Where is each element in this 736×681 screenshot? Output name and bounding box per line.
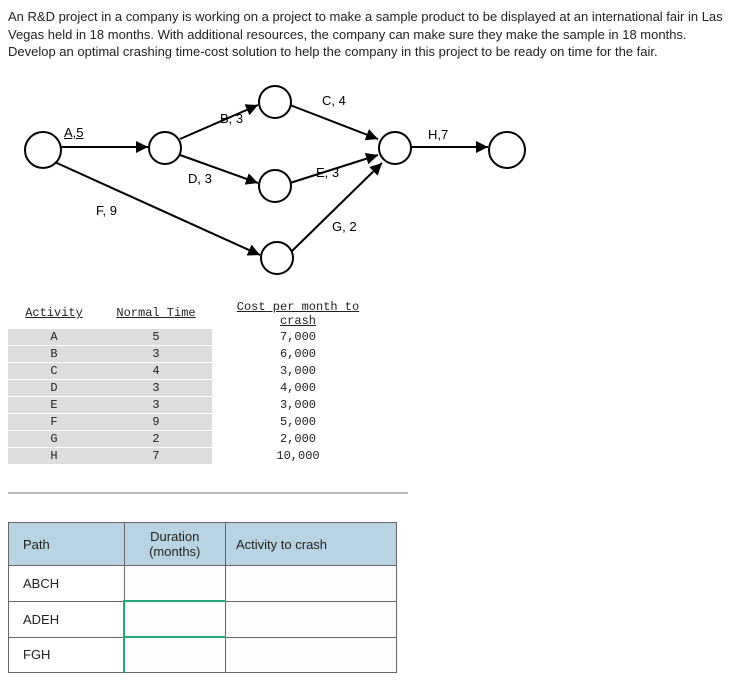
node-start (24, 131, 62, 169)
node-6 (260, 241, 294, 275)
cell-act: G (8, 431, 100, 448)
cell-cost: 4,000 (212, 380, 384, 397)
cell-nt: 7 (100, 448, 212, 465)
cell-nt: 3 (100, 397, 212, 414)
edge-label-a: A,5 (64, 125, 84, 140)
node-3 (258, 85, 292, 119)
node-end (488, 131, 526, 169)
table-divider (8, 492, 408, 494)
path-answer-table: Path Duration (months) Activity to crash… (8, 522, 397, 673)
node-5 (378, 131, 412, 165)
cell-nt: 3 (100, 380, 212, 397)
col-duration: Duration (months) (124, 523, 226, 566)
cell-nt: 3 (100, 346, 212, 363)
cell-act: D (8, 380, 100, 397)
duration-input[interactable] (124, 637, 226, 673)
col-activity: Activity (8, 299, 100, 329)
crash-input[interactable] (226, 637, 397, 673)
col-cost: Cost per month to crash (212, 299, 384, 329)
path-label: ADEH (9, 601, 125, 637)
cell-cost: 10,000 (212, 448, 384, 465)
network-diagram: A,5 B, 3 C, 4 D, 3 E, 3 F, 9 G, 2 H,7 (8, 85, 568, 275)
cell-nt: 9 (100, 414, 212, 431)
cell-cost: 7,000 (212, 329, 384, 346)
cell-cost: 6,000 (212, 346, 384, 363)
crash-input[interactable] (226, 601, 397, 637)
edge-label-d: D, 3 (188, 171, 212, 186)
edge-label-e: E, 3 (316, 165, 339, 180)
node-4 (258, 169, 292, 203)
col-path: Path (9, 523, 125, 566)
edge-label-b: B, 3 (220, 111, 243, 126)
activity-cost-table: Activity Normal Time Cost per month to c… (8, 299, 384, 465)
cell-cost: 3,000 (212, 363, 384, 380)
edge-label-g: G, 2 (332, 219, 357, 234)
col-activity-crash: Activity to crash (226, 523, 397, 566)
node-2 (148, 131, 182, 165)
edge-label-h: H,7 (428, 127, 448, 142)
path-label: FGH (9, 637, 125, 673)
crash-input[interactable] (226, 566, 397, 602)
edge-label-f: F, 9 (96, 203, 117, 218)
cell-nt: 5 (100, 329, 212, 346)
cell-act: F (8, 414, 100, 431)
cell-act: H (8, 448, 100, 465)
cell-cost: 2,000 (212, 431, 384, 448)
cell-act: A (8, 329, 100, 346)
cell-cost: 5,000 (212, 414, 384, 431)
duration-input[interactable] (124, 566, 226, 602)
problem-statement: An R&D project in a company is working o… (8, 8, 728, 61)
cell-act: B (8, 346, 100, 363)
duration-input[interactable] (124, 601, 226, 637)
cell-act: C (8, 363, 100, 380)
cell-nt: 4 (100, 363, 212, 380)
cell-act: E (8, 397, 100, 414)
edge-label-c: C, 4 (322, 93, 346, 108)
cell-nt: 2 (100, 431, 212, 448)
path-label: ABCH (9, 566, 125, 602)
cell-cost: 3,000 (212, 397, 384, 414)
col-normal-time: Normal Time (100, 299, 212, 329)
